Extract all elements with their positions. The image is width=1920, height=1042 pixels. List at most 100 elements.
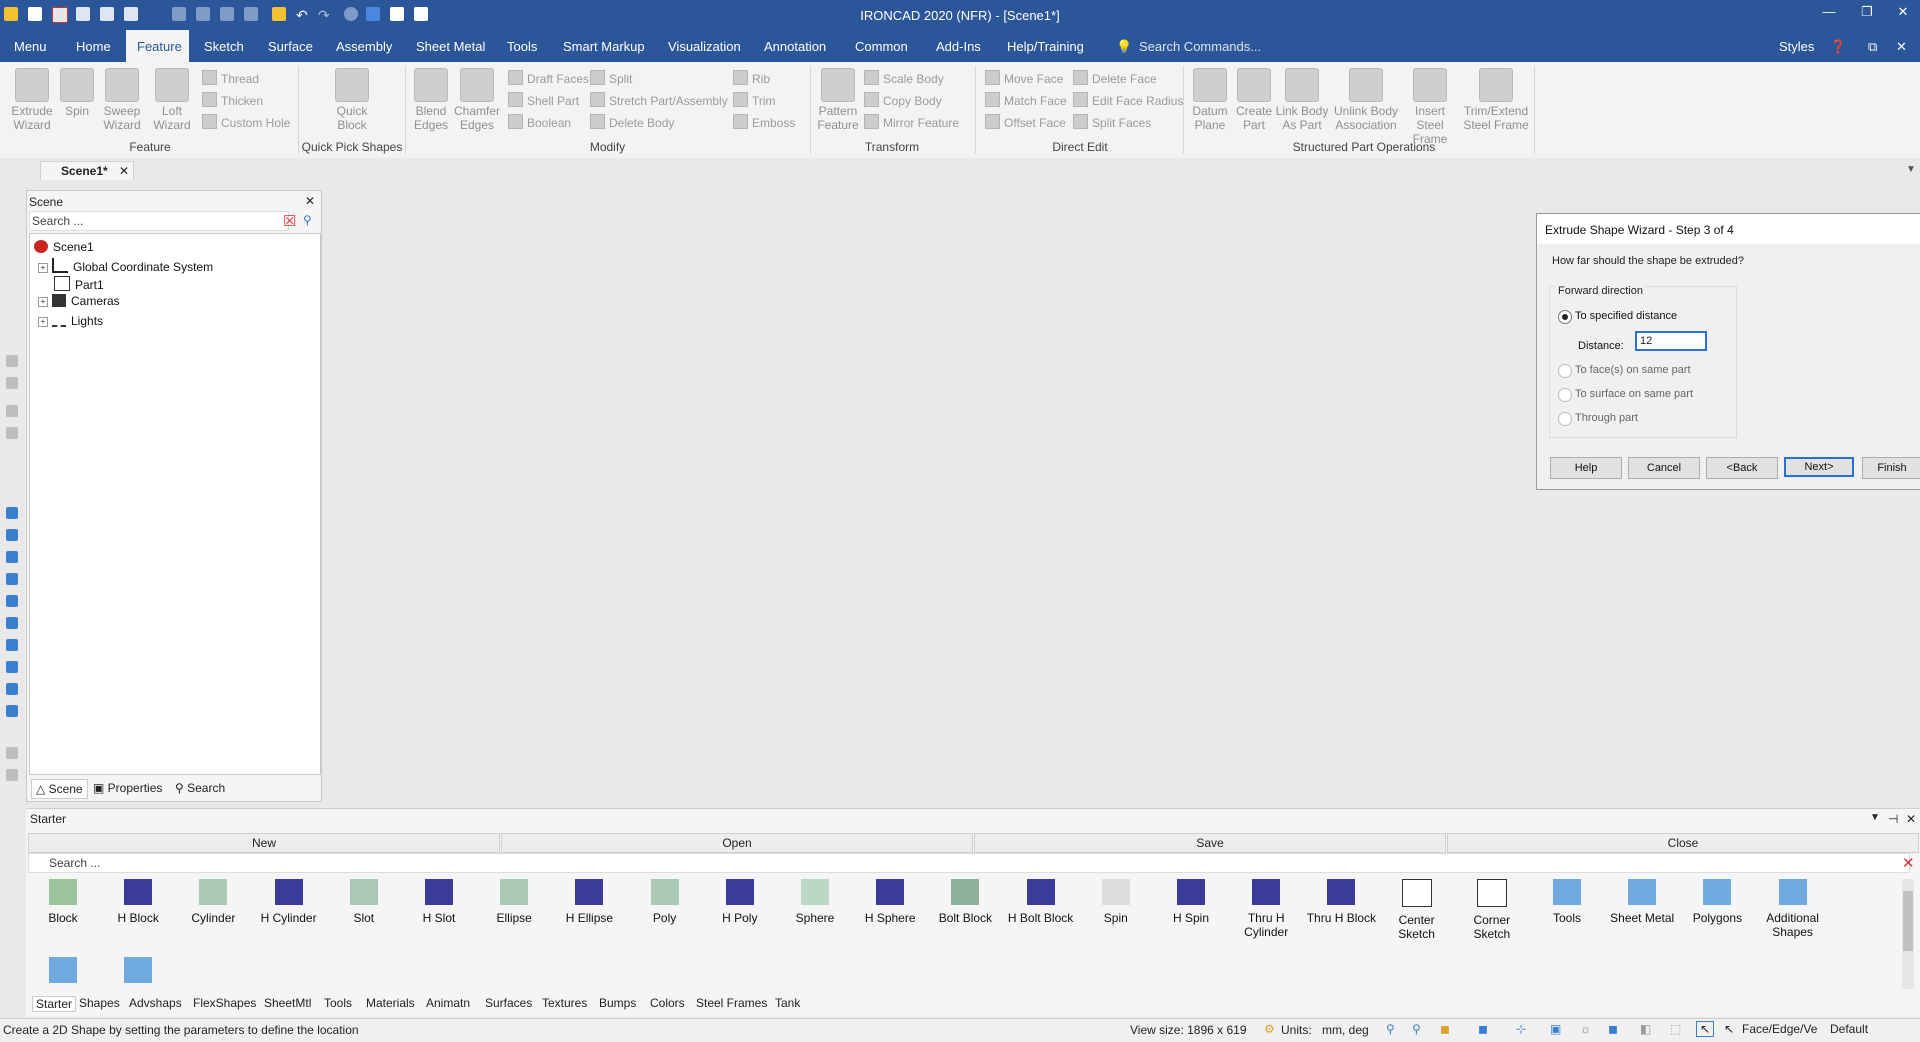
tool-icon[interactable] — [6, 355, 18, 367]
move-face-button[interactable]: Move Face — [985, 70, 1063, 86]
trim-extend-steel-frame-button[interactable]: Trim/Extend Steel Frame — [1458, 62, 1534, 132]
close-catalog-icon[interactable]: ✕ — [1906, 812, 1916, 826]
tab-list-dropdown-icon[interactable]: ▼ — [1906, 164, 1916, 175]
catalog-tab-sheetmtl[interactable]: SheetMtl — [264, 996, 311, 1010]
delete-face-button[interactable]: Delete Face — [1073, 70, 1157, 86]
clear-search-icon[interactable]: ☒ — [283, 212, 296, 230]
catalog-tab-flexshapes[interactable]: FlexShapes — [193, 996, 256, 1010]
view-icon[interactable] — [6, 595, 18, 607]
help-icon[interactable]: ❓ — [1830, 39, 1846, 55]
unlink-body-button[interactable]: Unlink Body Association — [1328, 62, 1404, 132]
edit-face-radius-button[interactable]: Edit Face Radius — [1073, 92, 1183, 108]
radio-face-same-part[interactable] — [1558, 364, 1572, 378]
pattern-feature-button[interactable]: Pattern Feature — [811, 62, 865, 132]
quick-block-button[interactable]: Quick Block — [324, 62, 380, 132]
close-window-button[interactable]: ✕ — [1888, 4, 1918, 20]
view-icon[interactable] — [6, 705, 18, 717]
tool-icon[interactable] — [6, 747, 18, 759]
tab-scene[interactable]: △ Scene — [31, 779, 88, 799]
help-button[interactable]: Help — [1550, 457, 1622, 479]
catalog-search-input[interactable]: Search ... — [28, 853, 1910, 873]
shape-item-cylinder[interactable]: Cylinder — [177, 879, 249, 925]
styles-menu[interactable]: Styles — [1779, 39, 1814, 54]
select-filter-icon[interactable]: ⬚ — [1670, 1022, 1681, 1036]
shape-item-tools[interactable]: Tools — [1531, 879, 1603, 925]
shape-item-h-bolt-block[interactable]: H Bolt Block — [1005, 879, 1077, 925]
scale-body-button[interactable]: Scale Body — [864, 70, 944, 86]
catalog-tab-surfaces[interactable]: Surfaces — [485, 996, 532, 1010]
split-faces-button[interactable]: Split Faces — [1073, 114, 1151, 130]
chamfer-edges-button[interactable]: Chamfer Edges — [450, 62, 504, 132]
restore-button[interactable]: ❐ — [1852, 4, 1882, 20]
shape-item-sheet-metal[interactable]: Sheet Metal — [1606, 879, 1678, 925]
back-button[interactable]: <Back — [1706, 457, 1778, 479]
axis-icon[interactable]: ⊹ — [1516, 1022, 1526, 1036]
catalog-tab-shapes[interactable]: Shapes — [79, 996, 120, 1010]
catalog-open-button[interactable]: Open — [501, 833, 973, 853]
tab-sheet-metal[interactable]: Sheet Metal — [416, 39, 485, 54]
units-value[interactable]: mm, deg — [1322, 1023, 1369, 1037]
tab-sketch[interactable]: Sketch — [204, 39, 244, 54]
tree-item-scene1[interactable]: Scene1 — [34, 240, 94, 254]
expand-icon[interactable]: + — [38, 297, 48, 307]
catalog-tab-animatn[interactable]: Animatn — [426, 996, 470, 1010]
shape-item-thru-h-cylinder[interactable]: Thru H Cylinder — [1230, 879, 1302, 939]
shape-item-thru-h-block[interactable]: Thru H Block — [1305, 879, 1377, 925]
scene-search-input[interactable]: Search ... — [29, 211, 289, 231]
expand-icon[interactable]: + — [38, 263, 48, 273]
catalog-new-button[interactable]: New — [28, 833, 500, 853]
search-commands-input[interactable]: Search Commands... — [1139, 39, 1261, 54]
copy-body-button[interactable]: Copy Body — [864, 92, 942, 108]
tab-add-ins[interactable]: Add-Ins — [936, 39, 981, 54]
shape-item-h-block[interactable]: H Block — [102, 879, 174, 925]
style-select[interactable]: Default — [1830, 1022, 1868, 1036]
tree-item-lights[interactable]: + Lights — [38, 312, 103, 328]
shape-item-spin[interactable]: Spin — [1080, 879, 1152, 925]
next-button[interactable]: Next> — [1784, 457, 1854, 477]
offset-face-button[interactable]: Offset Face — [985, 114, 1066, 130]
view-icon[interactable] — [6, 661, 18, 673]
close-panel-icon[interactable]: ✕ — [305, 194, 315, 208]
catalog-tab-textures[interactable]: Textures — [542, 996, 587, 1010]
shape-item-sphere[interactable]: Sphere — [779, 879, 851, 925]
shape-item-center-sketch[interactable]: Center Sketch — [1381, 879, 1453, 941]
shape-item-cutting[interactable] — [102, 957, 174, 989]
distance-input[interactable]: 12 — [1635, 331, 1707, 351]
catalog-menu-icon[interactable]: ▼ — [1870, 812, 1880, 823]
shape-item-h-sphere[interactable]: H Sphere — [854, 879, 926, 925]
close-tab-icon[interactable]: ✕ — [119, 164, 129, 178]
clear-catalog-search-icon[interactable]: ✕ — [1902, 854, 1915, 872]
tab-feature[interactable]: Feature — [137, 39, 182, 54]
tab-assembly[interactable]: Assembly — [336, 39, 392, 54]
tool-icon[interactable] — [6, 769, 18, 781]
insert-steel-frame-button[interactable]: Insert Steel Frame — [1402, 62, 1458, 146]
view-icon[interactable] — [6, 617, 18, 629]
view-icon[interactable] — [6, 573, 18, 585]
create-part-button[interactable]: Create Part — [1228, 62, 1280, 132]
shape-item-additional-shapes[interactable]: Additional Shapes — [1757, 879, 1829, 939]
view-icon[interactable] — [6, 529, 18, 541]
document-tab[interactable]: Scene1* ✕ — [40, 161, 134, 180]
emboss-button[interactable]: Emboss — [733, 114, 795, 130]
filter-icon[interactable]: ◧ — [1640, 1022, 1651, 1036]
scrollbar-thumb[interactable] — [1903, 891, 1913, 951]
catalog-tab-tank[interactable]: Tank — [775, 996, 800, 1010]
catalog-tab-tools[interactable]: Tools — [324, 996, 352, 1010]
tab-surface[interactable]: Surface — [268, 39, 313, 54]
view-icon[interactable] — [6, 551, 18, 563]
tab-visualization[interactable]: Visualization — [668, 39, 741, 54]
shape-item-polygons[interactable]: Polygons — [1681, 879, 1753, 925]
rib-button[interactable]: Rib — [733, 70, 770, 86]
expand-icon[interactable]: + — [38, 317, 48, 327]
radio-through-part[interactable] — [1558, 412, 1572, 426]
tab-home[interactable]: Home — [76, 39, 111, 54]
cancel-button[interactable]: Cancel — [1628, 457, 1700, 479]
tab-smart-markup[interactable]: Smart Markup — [563, 39, 645, 54]
snap-icon[interactable]: ▣ — [1550, 1022, 1561, 1036]
pointer-alt-icon[interactable]: ↖ — [1724, 1022, 1734, 1036]
catalog-tab-colors[interactable]: Colors — [650, 996, 685, 1010]
trim-button[interactable]: Trim — [733, 92, 776, 108]
mirror-feature-button[interactable]: Mirror Feature — [864, 114, 959, 130]
catalog-tab-starter[interactable]: Starter — [32, 996, 77, 1012]
catalog-tab-advshaps[interactable]: Advshaps — [129, 996, 182, 1010]
